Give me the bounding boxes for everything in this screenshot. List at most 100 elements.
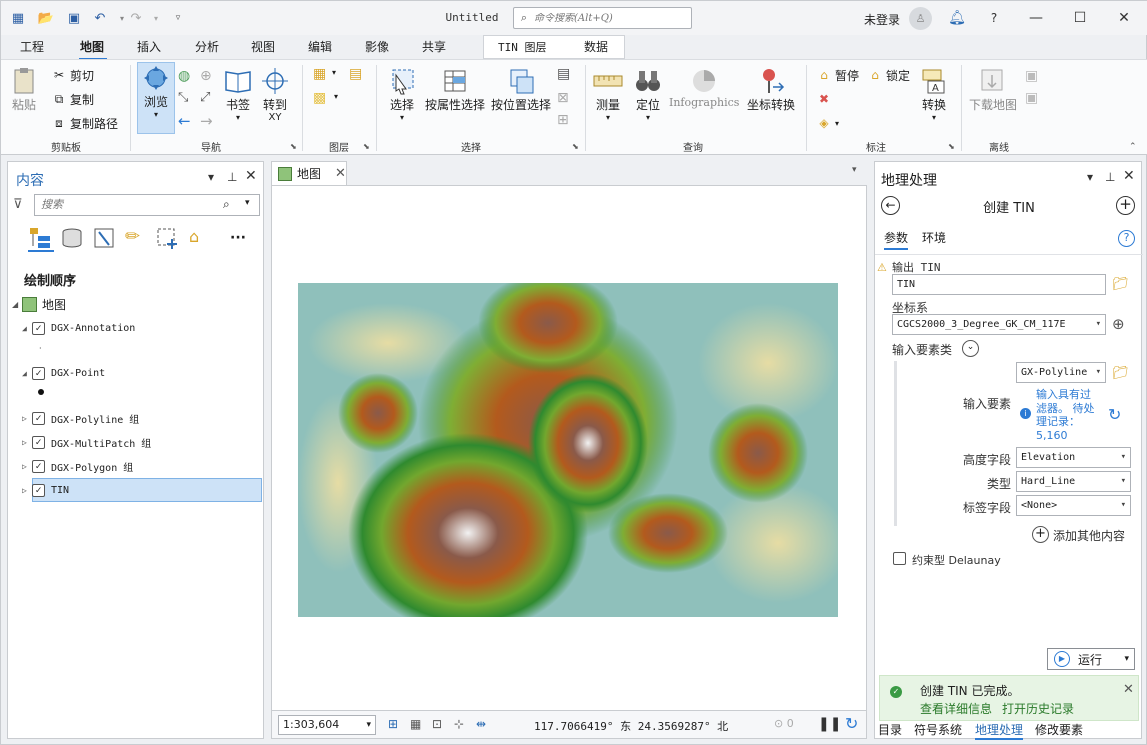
coordinate-system-select[interactable]: CGCS2000_3_Degree_GK_CM_117E ▾ (892, 314, 1106, 335)
tab-data[interactable]: 数据 (584, 38, 608, 55)
cut-button[interactable]: ✂ 剪切 (51, 65, 94, 85)
measure-button[interactable]: 测量 ▾ (593, 66, 623, 122)
tab-share[interactable]: 共享 (422, 38, 446, 55)
layer-row[interactable]: ◢ ✓ DGX-Point (22, 363, 105, 383)
navigator-icon[interactable]: ⇹ (476, 717, 486, 731)
expand-arrow-icon[interactable]: ▷ (22, 462, 32, 471)
remove-offline-icon[interactable]: ▣ (1025, 90, 1038, 106)
view-details-link[interactable]: 查看详细信息 (920, 700, 992, 717)
layer-row[interactable]: ▷ ✓ DGX-MultiPatch 组 (22, 432, 151, 452)
add-preset-icon[interactable]: ▩ (313, 90, 326, 106)
collapse-arrow-icon[interactable]: ◢ (22, 369, 32, 378)
lock-labels-button[interactable]: ⌂ 锁定 (867, 65, 910, 85)
paste-button[interactable]: 粘贴 (9, 66, 39, 113)
redo-icon[interactable]: ↷ (127, 10, 145, 26)
copy-path-button[interactable]: ⧈ 复制路径 (51, 113, 118, 133)
tab-list-chevron-icon[interactable]: ▾ (852, 165, 857, 175)
undo-icon[interactable]: ↶ (91, 10, 109, 26)
input-feature-select[interactable]: GX-Polyline ▾ (1016, 362, 1106, 383)
layer-visibility-checkbox[interactable]: ✓ (32, 435, 45, 449)
convert-coordinates-button[interactable]: 坐标转换 (747, 66, 795, 113)
add-more-button[interactable]: 添加其他内容 (1053, 527, 1125, 544)
dialog-launcher-icon[interactable]: ⬊ (572, 142, 579, 151)
layer-row[interactable]: ◢ ✓ DGX-Annotation (22, 318, 135, 338)
chevron-down-icon[interactable]: ▾ (332, 68, 336, 77)
fixed-zoom-in-icon[interactable]: ⤡ (178, 90, 188, 105)
layer-visibility-checkbox[interactable]: ✓ (32, 321, 45, 335)
scale-selector[interactable]: 1:303,604 ▾ (278, 715, 376, 735)
output-tin-field[interactable]: TIN (892, 274, 1106, 295)
minimize-button[interactable]: — (1023, 7, 1049, 29)
chevron-down-icon[interactable]: ▾ (1124, 654, 1129, 664)
chevron-down-icon[interactable]: ▾ (334, 92, 338, 101)
command-search-input[interactable] (534, 12, 684, 24)
select-by-location-button[interactable]: 按位置选择 (491, 66, 551, 113)
add-data-icon[interactable]: ▤ (349, 66, 362, 82)
clear-selection-icon[interactable]: ⊠ (557, 90, 569, 106)
expand-arrow-icon[interactable]: ▷ (22, 414, 32, 423)
tab-view[interactable]: 视图 (251, 38, 275, 55)
close-window-button[interactable]: ✕ (1111, 7, 1137, 29)
folder-icon[interactable]: 📁︎ (1112, 366, 1130, 381)
sync-icon[interactable]: ▣ (1025, 68, 1038, 84)
dialog-launcher-icon[interactable]: ⬊ (290, 142, 297, 151)
bookmarks-button[interactable]: 书签 ▾ (223, 66, 253, 122)
list-by-snapping-icon[interactable] (156, 227, 180, 252)
close-pane-icon[interactable]: ✕ (1123, 168, 1135, 184)
tab-project[interactable]: 工程 (20, 38, 44, 55)
filter-note[interactable]: 输入具有过 滤器。 待处 理记录： 5,160 (1036, 388, 1108, 442)
help-icon[interactable]: ? (981, 7, 1007, 29)
download-map-button[interactable]: 下载地图 (969, 66, 1017, 113)
collapse-ribbon-icon[interactable]: ⌃ (1129, 142, 1137, 152)
full-extent-icon[interactable]: ◍ (178, 68, 190, 84)
zoom-to-selection-icon[interactable]: ⊕ (200, 68, 212, 84)
notification-icon[interactable]: 🔔︎ (944, 7, 970, 29)
pause-drawing-icon[interactable]: ❚❚ (818, 716, 841, 732)
measure-grid-icon[interactable]: ⊹ (454, 717, 464, 731)
run-button[interactable]: ▶ 运行 ▾ (1047, 648, 1135, 670)
dismiss-message-icon[interactable]: ✕ (1123, 682, 1134, 697)
tab-catalog[interactable]: 目录 (878, 721, 902, 738)
height-field-select[interactable]: Elevation ▾ (1016, 447, 1131, 468)
close-pane-icon[interactable]: ✕ (245, 168, 257, 184)
contents-search-input[interactable] (41, 198, 221, 211)
close-tab-icon[interactable]: ✕ (335, 166, 346, 181)
layer-visibility-checkbox[interactable]: ✓ (32, 459, 45, 473)
select-button[interactable]: 选择 ▾ (387, 66, 417, 122)
globe-icon[interactable]: ⊕ (1112, 315, 1125, 333)
folder-icon[interactable]: 📁︎ (1112, 277, 1130, 292)
list-by-labeling-icon[interactable]: ⌂ (189, 227, 199, 246)
expand-arrow-icon[interactable]: ▷ (22, 438, 32, 447)
expand-arrow-icon[interactable]: ▷ (22, 486, 32, 495)
chevron-down-icon[interactable]: ▾ (245, 198, 250, 208)
goto-xy-button[interactable]: 转到 XY (260, 66, 290, 123)
avatar[interactable]: ♙ (909, 7, 932, 30)
tab-parameters[interactable]: 参数 (884, 229, 909, 250)
previous-extent-icon[interactable]: ← (178, 112, 191, 130)
tab-modify-features[interactable]: 修改要素 (1035, 721, 1083, 738)
select-by-attributes-button[interactable]: 按属性选择 (425, 66, 485, 113)
maximize-button[interactable]: ☐ (1067, 7, 1093, 29)
grid-icon[interactable]: ⊞ (388, 717, 398, 731)
add-icon[interactable]: + (1032, 526, 1049, 543)
dialog-launcher-icon[interactable]: ⬊ (948, 142, 955, 151)
redo-dropdown-icon[interactable]: ▾ (147, 10, 165, 26)
collapse-arrow-icon[interactable]: ◢ (12, 300, 22, 309)
unplaced-labels-button[interactable]: ✖ (816, 89, 835, 109)
customize-toolbar-icon[interactable]: ▿ (169, 10, 187, 26)
graticule-icon[interactable]: ▦ (410, 717, 421, 731)
map-view[interactable] (271, 185, 867, 711)
fixed-zoom-out-icon[interactable]: ⤢ (200, 90, 210, 105)
tab-edit[interactable]: 编辑 (308, 38, 332, 55)
infographics-button[interactable]: Infographics (669, 66, 739, 109)
snapping-icon[interactable]: ⊡ (432, 717, 442, 731)
refresh-icon[interactable]: ↻ (1108, 405, 1121, 424)
dialog-launcher-icon[interactable]: ⬊ (363, 142, 370, 151)
filter-icon[interactable]: ⊽ (13, 197, 23, 212)
explore-button[interactable]: 浏览 ▾ (137, 62, 175, 134)
tab-geoprocessing[interactable]: 地理处理 (975, 721, 1024, 740)
open-project-icon[interactable]: 📂 (37, 10, 55, 26)
layer-visibility-checkbox[interactable]: ✓ (32, 411, 45, 425)
zoom-to-selection-small-icon[interactable]: ⊞ (557, 112, 569, 128)
locate-button[interactable]: 定位 ▾ (633, 66, 663, 122)
